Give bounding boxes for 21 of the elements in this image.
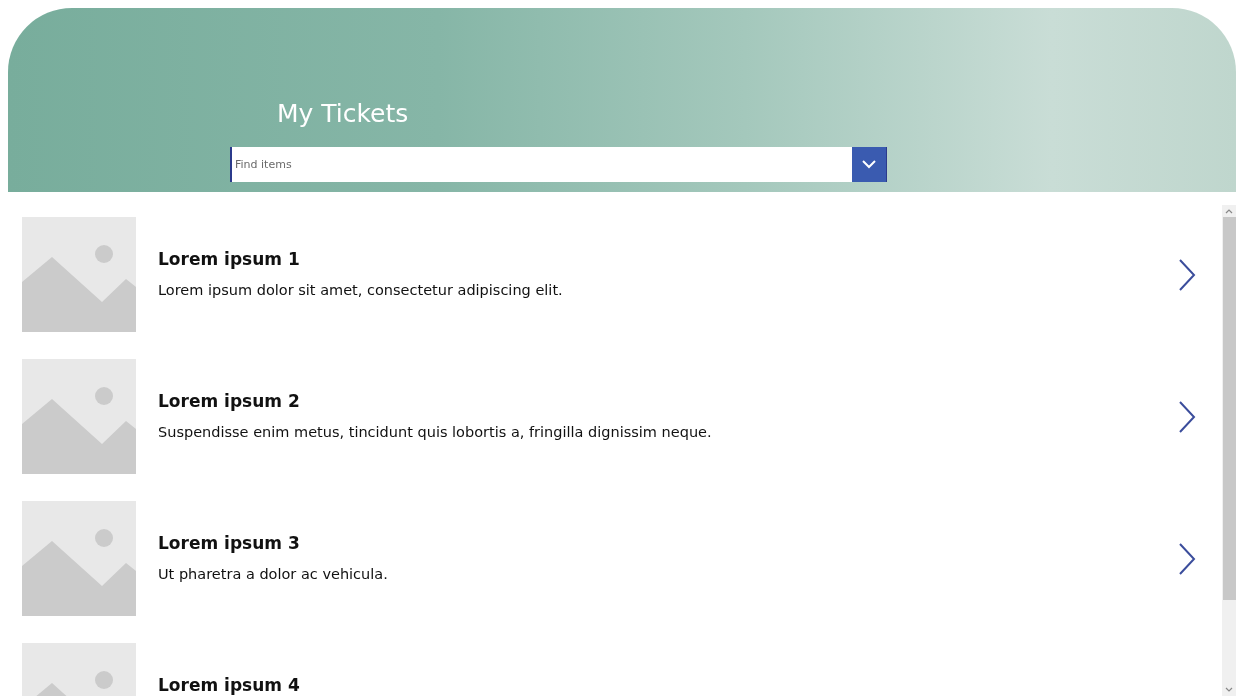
image-placeholder-icon [22,217,136,332]
scroll-up-icon[interactable] [1225,208,1233,214]
search-field[interactable]: Find items [230,147,852,182]
chevron-right-icon[interactable] [1178,401,1196,433]
item-title: Lorem ipsum 2 [158,390,301,412]
item-description: Ut pharetra a dolor ac vehicula. [158,565,389,584]
item-title: Lorem ipsum 4 [158,674,301,696]
chevron-right-icon[interactable] [1178,259,1196,291]
scrollbar-thumb[interactable] [1222,217,1236,600]
chevron-right-icon[interactable] [1178,543,1196,575]
item-description: Suspendisse enim metus, tincidunt quis lobortis a, fringilla dignissim neque. [158,423,713,442]
dropdown-button[interactable] [852,147,887,182]
image-placeholder-icon [22,501,136,616]
scroll-down-icon[interactable] [1225,687,1233,693]
page-title: My Tickets [277,98,409,130]
item-title: Lorem ipsum 1 [158,248,301,270]
item-title: Lorem ipsum 3 [158,532,301,554]
image-placeholder-icon [22,359,136,474]
chevron-down-icon [862,160,876,169]
item-description: Lorem ipsum dolor sit amet, consectetur adipiscing elit. [158,281,564,300]
scrollbar[interactable] [1222,205,1236,696]
